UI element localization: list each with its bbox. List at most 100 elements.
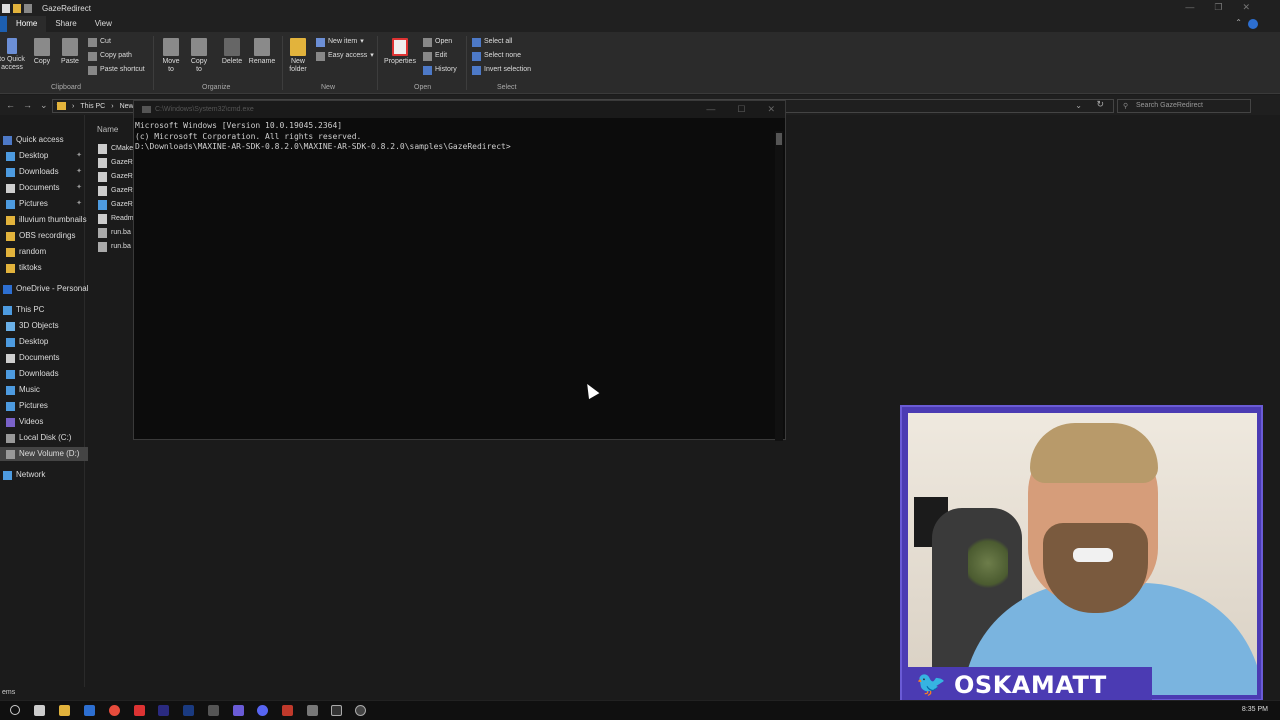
app-icon[interactable] [233,705,244,716]
list-item[interactable]: GazeR [98,185,133,197]
navigation-pane: Quick access Desktop ✦ Downloads ✦ Docum… [0,130,88,690]
nav-item-downloads[interactable]: Downloads ✦ [0,165,88,179]
folder-icon[interactable] [13,3,21,13]
nav-item-documents[interactable]: Documents ✦ [0,181,88,195]
rename-button[interactable]: Rename [248,38,276,66]
file-explorer-icon[interactable] [59,705,70,716]
breadcrumb-new-volume[interactable]: New [120,103,134,110]
cut-button[interactable]: Cut [88,36,111,48]
breadcrumb-this-pc[interactable]: This PC [80,103,105,110]
photoshop-icon[interactable] [183,705,194,716]
nav-quick-access[interactable]: Quick access [0,133,88,147]
history-button[interactable]: History [423,64,457,76]
copy-button[interactable]: Copy [31,38,53,66]
nav-item-tiktoks[interactable]: tiktoks [0,261,88,275]
nav-item-documents-pc[interactable]: Documents [0,351,88,365]
delete-icon [224,38,240,56]
nav-item-videos[interactable]: Videos [0,415,88,429]
back-arrow-icon[interactable]: ← [6,100,15,111]
app-icon[interactable] [307,705,318,716]
expand-ribbon-icon[interactable]: ⌃ [1235,18,1242,27]
new-item-button[interactable]: New item ▾ [316,36,364,48]
list-item[interactable]: GazeR [98,199,133,211]
forward-arrow-icon[interactable]: → [23,100,32,111]
cmd-title-bar[interactable]: C:\Windows\System32\cmd.exe — ☐ ✕ [134,101,785,118]
scrollbar-thumb[interactable] [776,133,782,145]
maximize-icon[interactable]: ❐ [1214,2,1222,13]
drive-icon [6,433,15,443]
nav-item-music[interactable]: Music [0,383,88,397]
nav-this-pc[interactable]: This PC [0,303,88,317]
properties-icon[interactable] [2,3,10,13]
taskbar-clock[interactable]: 8:35 PM [1242,706,1268,713]
premiere-icon[interactable] [158,705,169,716]
ribbon-home: to Quick access Copy Paste Cut Copy path… [0,32,1280,94]
nav-item-desktop-pc[interactable]: Desktop [0,335,88,349]
nav-item-illuvium-thumbnails[interactable]: illuvium thumbnails [0,213,88,227]
open-button[interactable]: Open [423,36,452,48]
customize-icon[interactable] [24,3,32,13]
console-output[interactable]: Microsoft Windows [Version 10.0.19045.23… [135,121,511,153]
list-item[interactable]: run.ba [98,241,131,253]
nav-item-local-disk-c[interactable]: Local Disk (C:) [0,431,88,445]
column-header-name[interactable]: Name [97,125,118,134]
obs-icon[interactable] [355,705,366,716]
nav-item-3d-objects[interactable]: 3D Objects [0,319,88,333]
task-view-icon[interactable] [34,705,45,716]
copy-path-button[interactable]: Copy path [88,50,132,62]
list-item[interactable]: run.ba [98,227,131,239]
nav-item-random[interactable]: random [0,245,88,259]
chrome-icon[interactable] [109,705,120,716]
properties-button[interactable]: Properties [382,38,418,66]
cmd-scrollbar[interactable] [775,131,783,441]
nav-network[interactable]: Network [0,468,88,482]
copy-to-button[interactable]: Copy to [188,38,210,74]
pin-quick-access-button[interactable]: to Quick access [0,38,30,72]
nav-item-pictures-pc[interactable]: Pictures [0,399,88,413]
tab-home[interactable]: Home [7,16,47,32]
tab-view[interactable]: View [86,16,121,32]
new-folder-button[interactable]: New folder [286,38,310,74]
nav-item-downloads-pc[interactable]: Downloads [0,367,88,381]
select-all-button[interactable]: Select all [472,36,512,48]
nav-onedrive[interactable]: OneDrive - Personal [0,282,88,296]
minimize-icon[interactable]: — [1185,2,1194,13]
edit-button[interactable]: Edit [423,50,447,62]
recent-chevron-icon[interactable]: ⌄ [40,100,48,111]
easy-access-button[interactable]: Easy access ▾ [316,50,374,62]
paste-button[interactable]: Paste [58,38,82,66]
console-line: (c) Microsoft Corporation. All rights re… [135,131,362,141]
move-to-button[interactable]: Move to [160,38,182,74]
delete-button[interactable]: Delete [220,38,244,66]
app-icon[interactable] [208,705,219,716]
discord-icon[interactable] [257,705,268,716]
close-icon[interactable]: ✕ [1242,2,1250,13]
minimize-icon[interactable]: — [706,104,715,115]
app-icon[interactable] [282,705,293,716]
paste-shortcut-button[interactable]: Paste shortcut [88,64,145,76]
refresh-icon[interactable]: ↻ [1096,99,1104,110]
tab-share[interactable]: Share [46,16,85,32]
cmd-taskbar-icon[interactable] [331,705,342,716]
select-none-button[interactable]: Select none [472,50,521,62]
search-icon[interactable] [10,705,20,715]
command-prompt-window[interactable]: C:\Windows\System32\cmd.exe — ☐ ✕ Micros… [133,100,786,441]
address-dropdown-icon[interactable]: ⌄ [1075,101,1082,110]
nav-item-obs-recordings[interactable]: OBS recordings [0,229,88,243]
nav-item-new-volume-d[interactable]: New Volume (D:) [0,447,88,461]
list-item[interactable]: CMake [98,143,133,155]
edge-icon[interactable] [84,705,95,716]
list-item[interactable]: Readm [98,213,134,225]
search-input[interactable]: ⚲ Search GazeRedirect [1117,99,1251,113]
list-item[interactable]: GazeR [98,171,133,183]
nav-item-pictures[interactable]: Pictures ✦ [0,197,88,211]
invert-selection-button[interactable]: Invert selection [472,64,531,76]
tab-file[interactable] [0,16,7,32]
webcam-video [908,413,1257,695]
maximize-icon[interactable]: ☐ [737,104,745,115]
close-icon[interactable]: ✕ [767,104,775,115]
app-icon[interactable] [134,705,145,716]
nav-item-desktop[interactable]: Desktop ✦ [0,149,88,163]
help-icon[interactable] [1248,19,1258,29]
list-item[interactable]: GazeR [98,157,133,169]
